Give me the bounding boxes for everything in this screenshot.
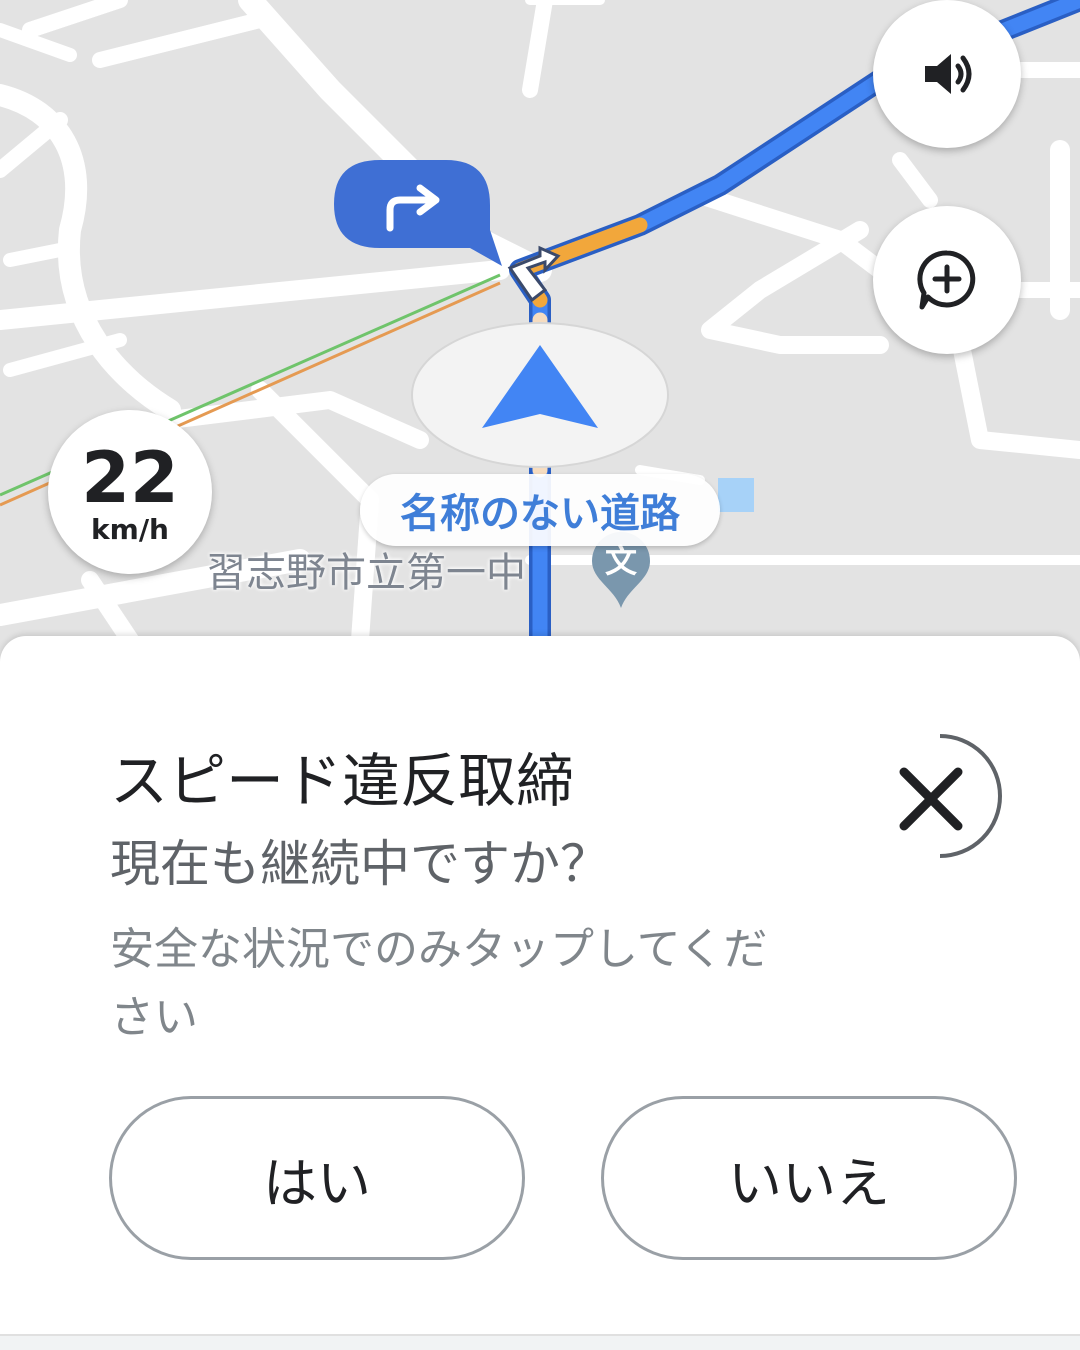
add-report-button[interactable] [873,206,1021,354]
speed-trap-alert-sheet: スピード違反取締 現在も継続中ですか？ 安全な状況でのみタップしてください はい… [0,636,1080,1350]
speed-value: 22 [81,437,179,519]
yes-button[interactable]: はい [109,1096,525,1260]
alert-caution: 安全な状況でのみタップしてください [110,924,768,1043]
speedometer: 22 km/h [48,410,212,574]
bottom-divider [0,1334,1080,1350]
current-road-label: 名称のない道路 [360,474,720,546]
alert-title: スピード違反取締 [110,747,575,815]
sound-toggle-button[interactable] [873,0,1021,148]
add-comment-icon [917,250,976,310]
alert-question: 現在も継続中ですか？ [110,835,610,893]
no-button[interactable]: いいえ [601,1096,1017,1260]
dismiss-button[interactable] [880,726,1010,866]
speed-unit: km/h [91,513,169,546]
water-area [718,478,754,512]
volume-icon [925,54,972,94]
navigation-map[interactable]: 22 km/h 習志野市立第一中 文 名称のない道路 [0,0,1080,660]
place-label: 習志野市立第一中 [206,550,526,596]
close-timer-icon [899,734,1002,858]
